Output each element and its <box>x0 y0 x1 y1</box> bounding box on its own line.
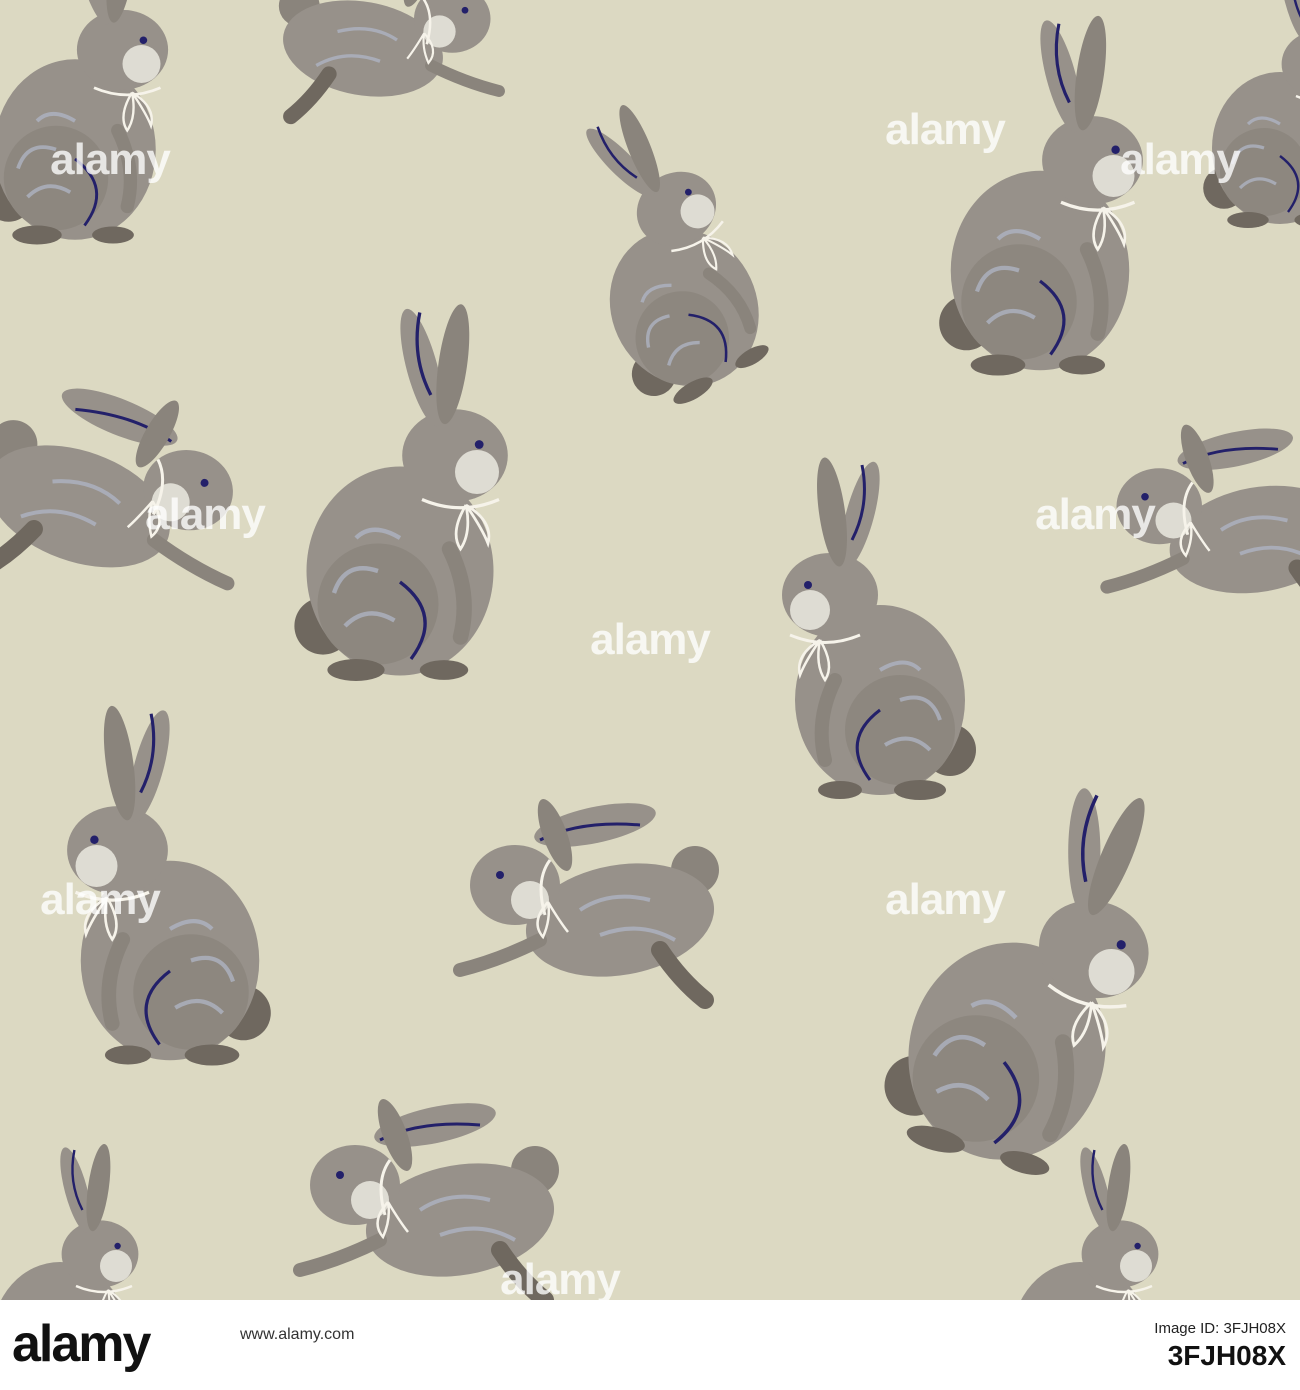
bunny-pattern: alamy alamy alamy alamy alamy alamy alamy alamy… <box>0 0 1300 1300</box>
bunny-hopping <box>460 795 723 1000</box>
bunny-sitting <box>939 14 1143 375</box>
image-id: 3FJH08X <box>1167 1340 1286 1371</box>
bunny-illustration <box>0 0 1300 1300</box>
alamy-logo: alamy <box>12 1315 151 1373</box>
bunny-hopping <box>275 0 499 117</box>
bunny-sitting <box>871 751 1189 1191</box>
image-id-label: Image ID: 3FJH08X <box>1154 1320 1286 1337</box>
footer: alamy www.alamy.com Image ID: 3FJH08X 3F… <box>0 1300 1300 1390</box>
bunny-hopping <box>300 1095 563 1300</box>
footer-url[interactable]: www.alamy.com <box>240 1326 990 1344</box>
bunny-sitting <box>1203 0 1300 228</box>
bunny-sitting <box>0 1143 138 1300</box>
bunny-hopping <box>0 365 258 613</box>
bunny-sitting <box>782 456 976 800</box>
bunny-sitting <box>67 704 271 1065</box>
bunny-layer <box>0 0 1300 1300</box>
bunny-sitting <box>0 0 168 245</box>
bunny-sitting <box>510 86 799 422</box>
bunny-sitting <box>294 302 507 681</box>
bunny-hopping <box>1107 420 1300 615</box>
